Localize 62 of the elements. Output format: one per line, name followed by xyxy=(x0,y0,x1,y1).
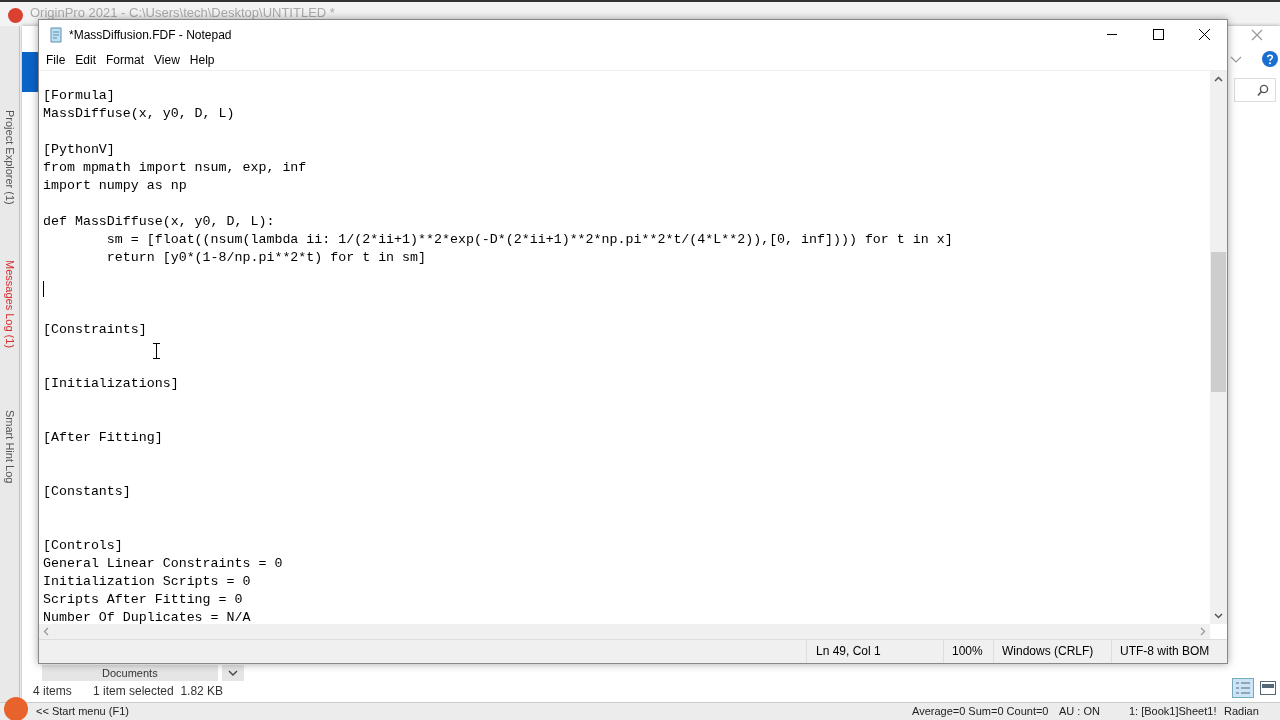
origin-logo-icon[interactable] xyxy=(4,697,28,720)
menu-item[interactable]: View xyxy=(149,48,185,71)
large-icons-view-icon[interactable] xyxy=(1260,681,1276,695)
menu-item[interactable]: File xyxy=(41,48,71,71)
scroll-up-icon[interactable] xyxy=(1214,76,1223,82)
close-icon xyxy=(1198,29,1210,40)
notepad-icon xyxy=(48,26,64,43)
selection-info: 1 item selected 1.82 KB xyxy=(93,683,224,700)
ibeam-cursor-icon xyxy=(153,343,160,359)
code-line: import numpy as np xyxy=(43,178,187,193)
menu-item[interactable]: Help xyxy=(184,48,220,71)
code-line: [Constraints] xyxy=(43,322,147,337)
text-caret xyxy=(43,281,44,297)
menu-item[interactable]: Edit xyxy=(70,48,102,71)
chevron-down-icon[interactable] xyxy=(1230,56,1242,64)
zoom-level: 100% xyxy=(943,640,993,663)
selection-highlight xyxy=(22,52,38,92)
code-line: [Formula] xyxy=(43,88,115,103)
code-line: [Initializations] xyxy=(43,376,179,391)
scrollbar-thumb[interactable] xyxy=(1211,252,1226,392)
scroll-right-icon[interactable] xyxy=(1200,627,1206,636)
cursor-position: Ln 49, Col 1 xyxy=(806,640,943,663)
code-line: def MassDiffuse(x, y0, D, L): xyxy=(43,214,275,229)
help-icon[interactable] xyxy=(1262,51,1278,67)
window-title: *MassDiffusion.FDF - Notepad xyxy=(69,26,232,44)
code-line: [Controls] xyxy=(43,538,123,553)
angle-unit: Radian xyxy=(1224,704,1259,719)
encoding: UTF-8 with BOM xyxy=(1111,640,1227,663)
statistics-readout: Average=0 Sum=0 Count=0 xyxy=(912,704,1049,719)
minimize-icon xyxy=(1107,34,1117,35)
scroll-down-icon[interactable] xyxy=(1214,613,1223,619)
code-line: [PythonV] xyxy=(43,142,115,157)
line-ending: Windows (CRLF) xyxy=(993,640,1111,663)
menu-item[interactable]: Format xyxy=(101,48,150,71)
search-field[interactable] xyxy=(1234,78,1276,102)
code-line: Initialization Scripts = 0 xyxy=(43,574,251,589)
window-title: OriginPro 2021 - C:\Users\tech\Desktop\UNTITLED * xyxy=(30,6,335,20)
code-line: MassDiffuse(x, y0, D, L) xyxy=(43,106,235,121)
app-icon xyxy=(8,8,23,23)
scroll-left-icon[interactable] xyxy=(43,627,49,636)
chevron-down-icon xyxy=(228,669,238,677)
close-icon[interactable] xyxy=(1250,28,1264,42)
search-icon xyxy=(1257,84,1269,97)
details-view-icon[interactable] xyxy=(1232,678,1254,698)
active-sheet: 1: [Book1]Sheet1! xyxy=(1129,704,1217,719)
code-line: [Constants] xyxy=(43,484,131,499)
code-line: [After Fitting] xyxy=(43,430,163,445)
code-line: sm = [float((nsum(lambda ii: 1/(2*ii+1)**2*exp(-D*(2*ii+1)**2*np.pi**2*t/(4*L**2)),[0, inf]))) for t in x] xyxy=(105,232,953,247)
item-count: 4 items xyxy=(33,683,72,700)
side-tab[interactable]: Smart Hint Log xyxy=(0,410,22,484)
side-tab[interactable]: Project Explorer (1) xyxy=(0,110,22,260)
side-tab[interactable]: Messages Log (1) xyxy=(0,260,22,410)
code-line: General Linear Constraints = 0 xyxy=(43,556,283,571)
code-line: from mpmath import nsum, exp, inf xyxy=(43,160,307,175)
start-menu-link[interactable]: << Start menu (F1) xyxy=(36,703,129,720)
maximize-icon xyxy=(1152,29,1164,40)
code-line: Number Of Duplicates = N/A xyxy=(43,610,251,624)
code-line: Scripts After Fitting = 0 xyxy=(43,592,243,607)
chevron-button[interactable] xyxy=(222,665,244,681)
auto-update-indicator: AU : ON xyxy=(1059,704,1100,719)
nav-item[interactable]: Documents xyxy=(42,665,218,681)
code-line: return [y0*(1-8/np.pi**2*t) for t in sm] xyxy=(105,250,426,265)
